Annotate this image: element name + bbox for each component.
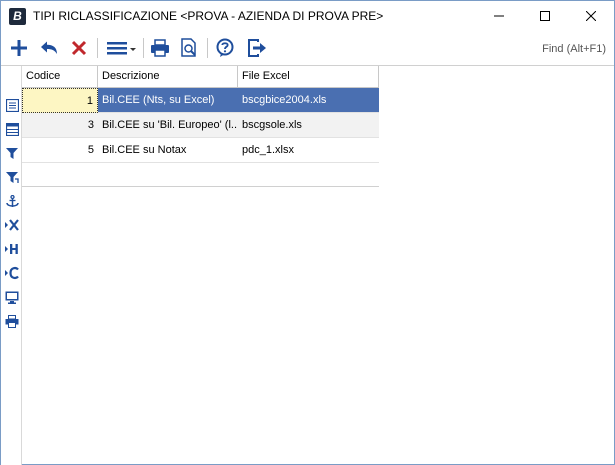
clear-x-icon[interactable]	[4, 217, 20, 233]
grid-icon[interactable]	[4, 121, 20, 137]
cell-file-excel[interactable]: bscgbice2004.xls	[238, 88, 379, 113]
anchor-icon[interactable]	[4, 193, 20, 209]
menu-icon	[107, 42, 136, 55]
undo-button[interactable]	[37, 35, 61, 61]
print-preview-button[interactable]	[177, 35, 201, 61]
table-row[interactable]: 5 Bil.CEE su Notax pdc_1.xlsx	[22, 138, 379, 163]
menu-dropdown-button[interactable]	[103, 35, 139, 61]
monitor-icon[interactable]	[4, 289, 20, 305]
exit-icon	[248, 39, 266, 57]
printer-icon[interactable]	[4, 313, 20, 329]
add-button[interactable]	[7, 35, 31, 61]
cell-file-excel[interactable]: bscgsole.xls	[238, 113, 379, 138]
cell-codice[interactable]: 5	[22, 138, 98, 163]
close-button[interactable]	[568, 1, 614, 31]
toolbar: Find (Alt+F1)	[1, 31, 614, 65]
cell-descrizione[interactable]: Bil.CEE su 'Bil. Europeo' (l...	[98, 113, 238, 138]
column-header-file-excel[interactable]: File Excel	[238, 66, 379, 88]
add-icon	[11, 40, 27, 56]
print-preview-icon	[181, 38, 196, 57]
content-area: Codice Descrizione File Excel 1 Bil.CEE …	[1, 65, 614, 465]
toolbar-separator	[207, 38, 208, 58]
title-bar[interactable]: B TIPI RICLASSIFICAZIONE <PROVA - AZIEND…	[1, 1, 614, 31]
maximize-button[interactable]	[522, 1, 568, 31]
filter-apply-icon[interactable]	[4, 169, 20, 185]
side-toolbar	[1, 66, 22, 465]
help-icon	[216, 38, 234, 57]
find-input[interactable]: Find (Alt+F1)	[536, 39, 608, 59]
table-row[interactable]: 1 Bil.CEE (Nts, su Excel) bscgbice2004.x…	[22, 88, 379, 113]
maximize-icon	[540, 11, 550, 21]
undo-icon	[41, 41, 57, 54]
cell-file-excel[interactable]: pdc_1.xlsx	[238, 138, 379, 163]
c-icon[interactable]	[4, 265, 20, 281]
list-icon[interactable]	[4, 97, 20, 113]
exit-button[interactable]	[245, 35, 269, 61]
cell-codice[interactable]: 3	[22, 113, 98, 138]
cell-codice[interactable]: 1	[22, 88, 98, 113]
h-icon[interactable]	[4, 241, 20, 257]
print-button[interactable]	[148, 35, 172, 61]
column-header-descrizione[interactable]: Descrizione	[98, 66, 238, 88]
app-logo-icon: B	[9, 8, 26, 25]
main-window: B TIPI RICLASSIFICAZIONE <PROVA - AZIEND…	[0, 0, 615, 465]
cell-descrizione[interactable]: Bil.CEE su Notax	[98, 138, 238, 163]
toolbar-separator	[97, 38, 98, 58]
delete-button[interactable]	[67, 35, 91, 61]
toolbar-separator	[143, 38, 144, 58]
close-icon	[586, 11, 596, 21]
delete-icon	[71, 40, 87, 56]
table-row[interactable]: 3 Bil.CEE su 'Bil. Europeo' (l... bscgso…	[22, 113, 379, 138]
minimize-button[interactable]	[476, 1, 522, 31]
help-button[interactable]	[213, 35, 237, 61]
minimize-icon	[494, 15, 504, 17]
cell-descrizione[interactable]: Bil.CEE (Nts, su Excel)	[98, 88, 238, 113]
new-row[interactable]	[22, 163, 379, 187]
column-header-codice[interactable]: Codice	[22, 66, 98, 88]
print-icon	[151, 39, 169, 57]
grid-header: Codice Descrizione File Excel	[22, 66, 379, 88]
filter-icon[interactable]	[4, 145, 20, 161]
window-title: TIPI RICLASSIFICAZIONE <PROVA - AZIENDA …	[33, 9, 384, 23]
